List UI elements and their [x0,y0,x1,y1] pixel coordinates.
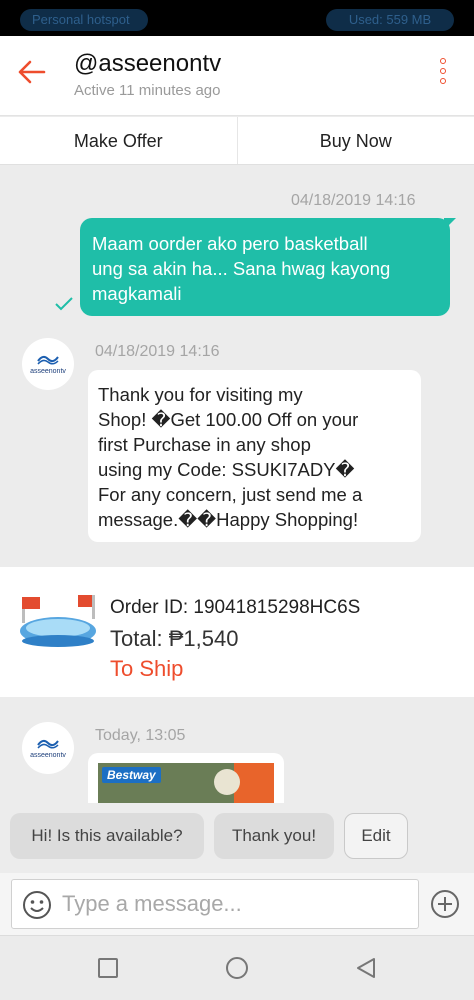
order-status: To Ship [110,656,184,681]
shop-name: @asseenontv [74,50,222,77]
message-timestamp: 04/18/2019 14:16 [291,192,416,209]
shop-logo-icon [37,739,59,749]
shop-avatar[interactable]: asseenontv [22,722,74,774]
message-line: Thank you for visiting my [98,384,303,405]
triangle-back-icon[interactable] [354,956,378,980]
avatar-label: asseenontv [30,752,66,759]
pool-product-image [20,595,96,647]
outgoing-message: Maam oorder ako pero basketball ung sa a… [80,218,456,316]
system-nav-bar [0,935,474,1000]
brand-label: Bestway [102,767,161,783]
message-line: Maam oorder ako pero basketball [92,233,368,254]
edit-quick-replies-button[interactable]: Edit [344,813,408,859]
message-line: using my Code: SSUKI7ADY� [98,459,355,480]
square-icon[interactable] [96,956,120,980]
message-line: Shop! �Get 100.00 Off on your [98,409,359,430]
buy-now-button[interactable]: Buy Now [238,117,474,164]
hotspot-pill: Personal hotspot [20,9,148,31]
action-bar: Make Offer Buy Now [0,117,474,165]
emoji-icon[interactable] [22,890,52,920]
more-vertical-icon[interactable] [436,58,450,94]
data-usage-pill: Used: 559 MB [326,9,454,31]
image-message[interactable]: Bestway [88,753,284,803]
message-input[interactable]: Type a message... [11,879,419,929]
message-input-bar: Type a message... [0,873,474,935]
avatar-label: asseenontv [30,368,66,375]
plus-circle-icon[interactable] [430,889,460,919]
quick-reply-available[interactable]: Hi! Is this available? [10,813,204,859]
back-arrow-icon[interactable] [14,54,50,90]
message-placeholder: Type a message... [62,891,242,916]
message-line: magkamali [92,283,182,304]
order-total: Total: ₱1,540 [110,626,239,651]
quick-reply-thanks[interactable]: Thank you! [214,813,334,859]
quick-replies: Hi! Is this available? Thank you! Edit [0,803,474,873]
order-card[interactable]: Order ID: 19041815298HC6S Total: ₱1,540 … [0,567,474,697]
shop-avatar[interactable]: asseenontv [22,338,74,390]
message-line: first Purchase in any shop [98,434,311,455]
shop-logo-icon [37,355,59,365]
message-line: ung sa akin ha... Sana hwag kayong [92,258,391,279]
order-id: Order ID: 19041815298HC6S [110,597,361,618]
incoming-message: Thank you for visiting my Shop! �Get 100… [88,370,421,542]
product-photo: Bestway [98,763,274,803]
message-timestamp: 04/18/2019 14:16 [95,343,220,360]
active-status: Active 11 minutes ago [74,82,221,99]
check-icon [54,296,74,312]
make-offer-button[interactable]: Make Offer [0,117,238,164]
chat-header: @asseenontv Active 11 minutes ago [0,36,474,116]
message-line: For any concern, just send me a [98,484,363,505]
circle-icon[interactable] [225,956,249,980]
status-bar: Personal hotspot Used: 559 MB [0,0,474,36]
message-line: message.��Happy Shopping! [98,509,359,530]
message-timestamp: Today, 13:05 [95,727,186,744]
